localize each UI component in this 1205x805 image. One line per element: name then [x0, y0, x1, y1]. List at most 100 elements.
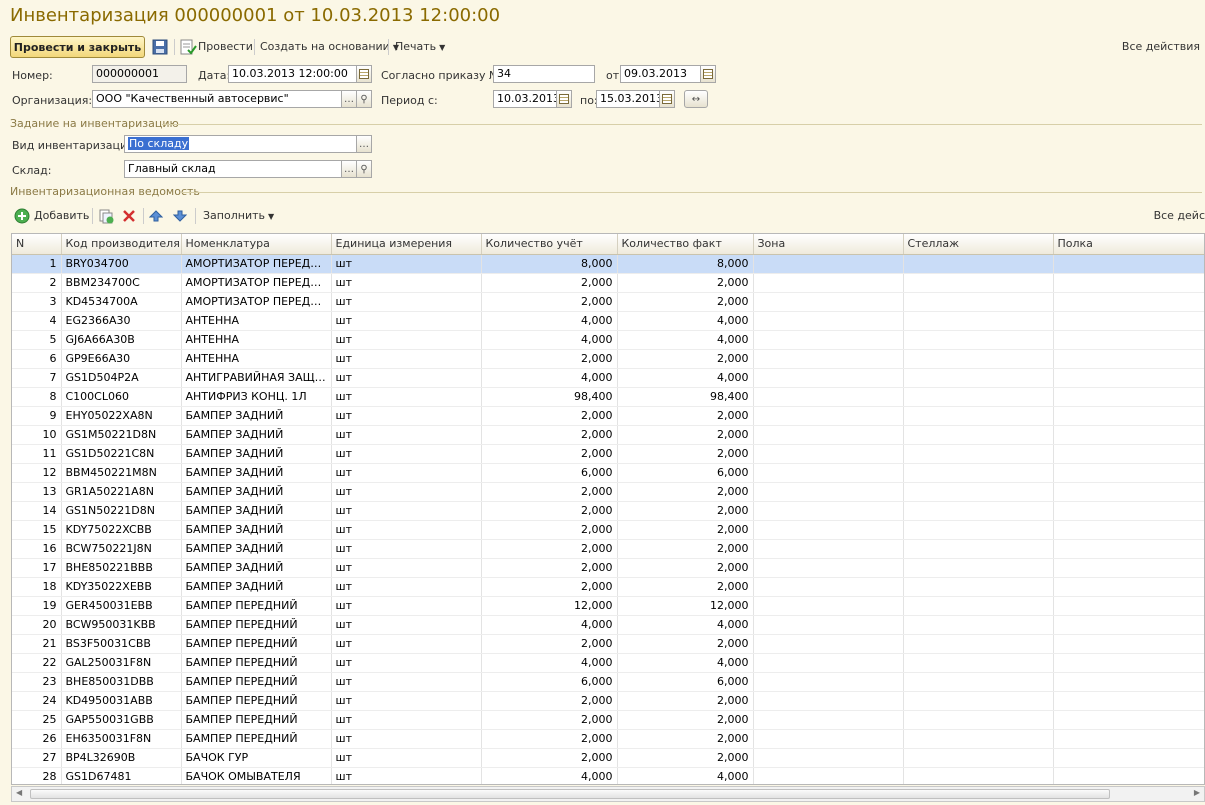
fill-menu[interactable]: Заполнить ▼ — [203, 209, 274, 222]
table-cell[interactable]: 2,000 — [481, 691, 618, 711]
table-cell[interactable]: GAP550031GBB — [61, 710, 182, 730]
table-row[interactable]: 5 GJ6A66A30B АНТЕННА шт 4,000 4,000 — [12, 330, 1204, 350]
table-cell[interactable]: GER450031EBB — [61, 596, 182, 616]
table-cell[interactable] — [903, 368, 1054, 388]
table-cell[interactable]: 2,000 — [481, 558, 618, 578]
table-cell[interactable]: 2,000 — [617, 501, 754, 521]
table-cell[interactable]: 2 — [12, 273, 62, 293]
table-cell[interactable]: шт — [331, 406, 482, 426]
table-cell[interactable] — [1053, 672, 1204, 692]
table-cell[interactable]: шт — [331, 615, 482, 635]
table-cell[interactable] — [903, 539, 1054, 559]
table-cell[interactable]: БАМПЕР ПЕРЕДНИЙ — [181, 729, 332, 749]
table-cell[interactable]: шт — [331, 292, 482, 312]
inventory-type-field[interactable]: По складу — [124, 135, 357, 153]
table-cell[interactable] — [753, 653, 904, 673]
table-cell[interactable]: БАМПЕР ЗАДНИЙ — [181, 444, 332, 464]
table-cell[interactable] — [753, 710, 904, 730]
table-cell[interactable] — [1053, 767, 1204, 784]
table-cell[interactable]: 1 — [12, 254, 62, 274]
table-cell[interactable]: 2,000 — [617, 482, 754, 502]
column-header[interactable]: Код производителя — [61, 234, 182, 255]
inventory-table[interactable]: N Код производителя Номенклатура Единица из… — [11, 233, 1205, 785]
table-cell[interactable] — [753, 292, 904, 312]
delete-icon[interactable] — [122, 209, 136, 223]
table-cell[interactable] — [753, 596, 904, 616]
table-cell[interactable]: 19 — [12, 596, 62, 616]
table-cell[interactable]: BCW950031KBB — [61, 615, 182, 635]
period-to-field[interactable]: 15.03.2013 — [596, 90, 660, 108]
table-cell[interactable]: KDY75022XCBB — [61, 520, 182, 540]
add-icon[interactable] — [14, 208, 30, 224]
table-cell[interactable]: BHE850031DBB — [61, 672, 182, 692]
column-header[interactable]: N — [12, 234, 62, 255]
copy-row-icon[interactable] — [98, 208, 114, 224]
table-cell[interactable]: 13 — [12, 482, 62, 502]
table-cell[interactable] — [1053, 444, 1204, 464]
table-cell[interactable]: 2,000 — [617, 729, 754, 749]
period-select-button[interactable]: ↔ — [684, 90, 708, 108]
table-cell[interactable]: 2,000 — [617, 577, 754, 597]
table-cell[interactable]: 11 — [12, 444, 62, 464]
table-cell[interactable] — [753, 539, 904, 559]
table-cell[interactable] — [753, 634, 904, 654]
scrollbar-thumb[interactable] — [30, 789, 1110, 799]
table-cell[interactable] — [903, 596, 1054, 616]
table-cell[interactable]: 98,400 — [617, 387, 754, 407]
table-cell[interactable]: 4,000 — [617, 653, 754, 673]
table-cell[interactable]: 2,000 — [617, 349, 754, 369]
table-row[interactable]: 2 BBM234700C АМОРТИЗАТОР ПЕРЕДН... шт 2,000 2… — [12, 273, 1204, 293]
table-cell[interactable]: БАМПЕР ЗАДНИЙ — [181, 463, 332, 483]
table-cell[interactable] — [903, 406, 1054, 426]
table-cell[interactable]: 2,000 — [481, 501, 618, 521]
table-cell[interactable]: GS1N50221D8N — [61, 501, 182, 521]
table-row[interactable]: 9 EHY05022XA8N БАМПЕР ЗАДНИЙ шт 2,000 2,000 — [12, 406, 1204, 426]
table-cell[interactable]: 8,000 — [617, 254, 754, 274]
scroll-left-icon[interactable]: ◀ — [16, 788, 22, 797]
table-cell[interactable]: 4,000 — [481, 368, 618, 388]
table-row[interactable]: 11 GS1D50221C8N БАМПЕР ЗАДНИЙ шт 2,000 2,000 — [12, 444, 1204, 464]
table-cell[interactable]: GR1A50221A8N — [61, 482, 182, 502]
table-all-actions-menu[interactable]: Все дейс — [1154, 209, 1205, 222]
table-cell[interactable]: 25 — [12, 710, 62, 730]
table-cell[interactable]: 2,000 — [617, 748, 754, 768]
table-cell[interactable]: 2,000 — [617, 425, 754, 445]
table-cell[interactable]: 2,000 — [481, 406, 618, 426]
table-cell[interactable]: 6 — [12, 349, 62, 369]
table-cell[interactable]: 2,000 — [481, 273, 618, 293]
table-row[interactable]: 17 BHE850221BBB БАМПЕР ЗАДНИЙ шт 2,000 2,000 — [12, 558, 1204, 578]
table-cell[interactable]: 9 — [12, 406, 62, 426]
table-row[interactable]: 16 BCW750221J8N БАМПЕР ЗАДНИЙ шт 2,000 2,000 — [12, 539, 1204, 559]
table-cell[interactable]: шт — [331, 653, 482, 673]
table-cell[interactable]: GP9E66A30 — [61, 349, 182, 369]
table-cell[interactable]: EH6350031F8N — [61, 729, 182, 749]
table-row[interactable]: 4 EG2366A30 АНТЕННА шт 4,000 4,000 — [12, 311, 1204, 331]
table-cell[interactable] — [753, 425, 904, 445]
save-icon[interactable] — [151, 38, 169, 56]
column-header[interactable]: Количество факт — [617, 234, 754, 255]
table-cell[interactable]: шт — [331, 387, 482, 407]
table-cell[interactable] — [903, 330, 1054, 350]
table-cell[interactable]: БАМПЕР ЗАДНИЙ — [181, 539, 332, 559]
table-cell[interactable]: KDY35022XEBB — [61, 577, 182, 597]
table-cell[interactable] — [1053, 292, 1204, 312]
table-cell[interactable] — [1053, 387, 1204, 407]
table-cell[interactable]: 2,000 — [481, 482, 618, 502]
table-cell[interactable] — [1053, 368, 1204, 388]
table-cell[interactable] — [753, 501, 904, 521]
table-cell[interactable]: шт — [331, 273, 482, 293]
table-cell[interactable]: БАМПЕР ПЕРЕДНИЙ — [181, 691, 332, 711]
table-cell[interactable]: 6,000 — [481, 672, 618, 692]
table-cell[interactable]: 2,000 — [481, 349, 618, 369]
table-cell[interactable] — [903, 729, 1054, 749]
table-cell[interactable] — [903, 311, 1054, 331]
table-cell[interactable]: 2,000 — [617, 406, 754, 426]
table-cell[interactable] — [753, 729, 904, 749]
table-cell[interactable]: 2,000 — [481, 425, 618, 445]
table-cell[interactable]: 2,000 — [481, 748, 618, 768]
table-cell[interactable] — [753, 444, 904, 464]
table-cell[interactable]: АНТИФРИЗ КОНЦ. 1Л — [181, 387, 332, 407]
table-cell[interactable]: 2,000 — [481, 292, 618, 312]
table-cell[interactable] — [753, 368, 904, 388]
table-cell[interactable] — [753, 330, 904, 350]
